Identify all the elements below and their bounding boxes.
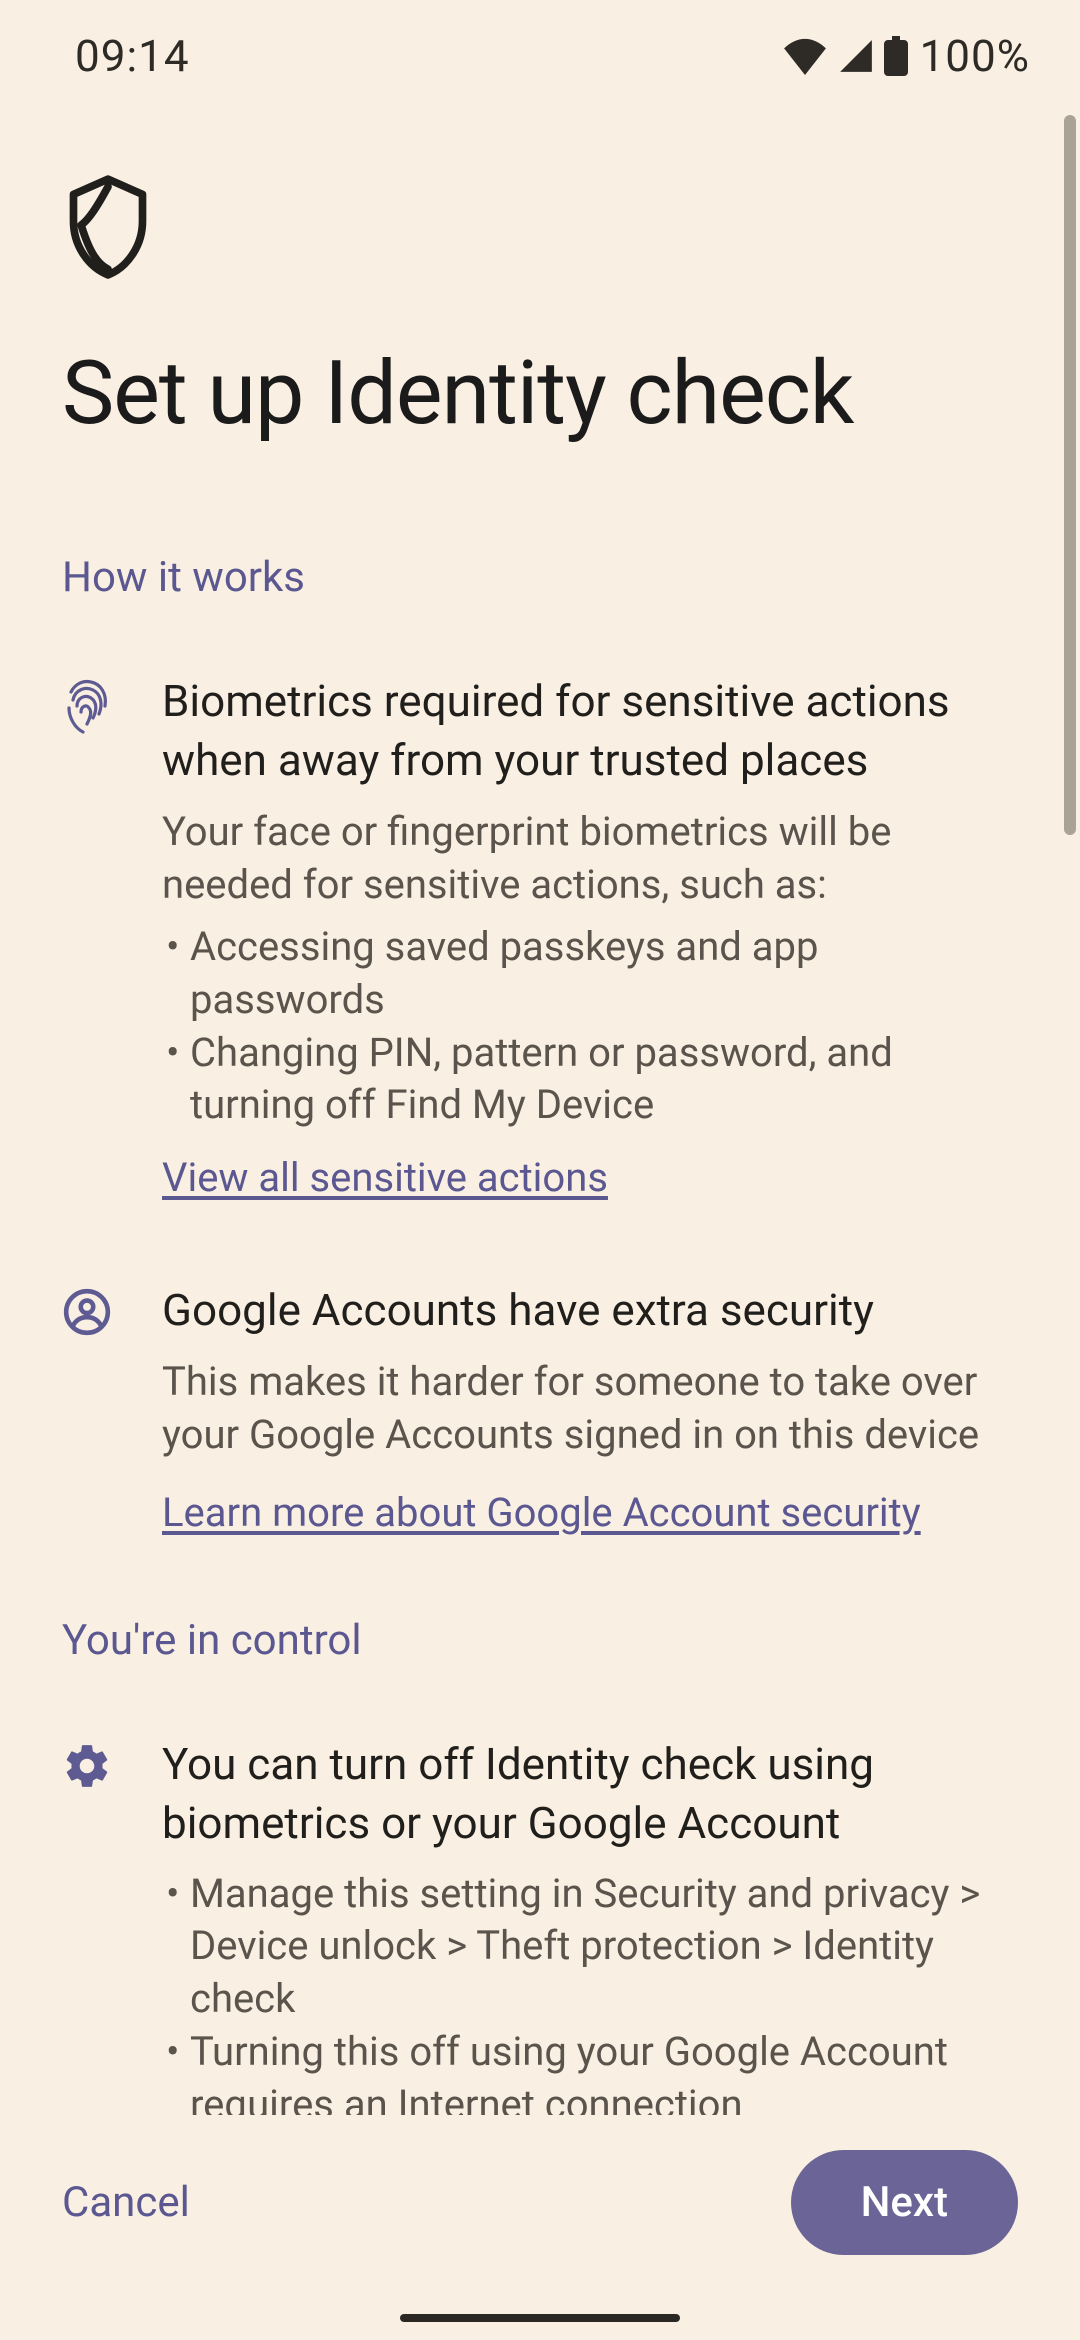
cell-signal-icon xyxy=(836,37,876,75)
account-circle-icon xyxy=(62,1281,117,1536)
item-turn-off-bullets: Manage this setting in Security and priv… xyxy=(162,1868,1018,2132)
battery-percentage: 100% xyxy=(920,30,1030,82)
battery-icon xyxy=(884,36,908,76)
item-google-accounts: Google Accounts have extra security This… xyxy=(62,1281,1018,1536)
item-turn-off-title: You can turn off Identity check using bi… xyxy=(162,1735,1018,1854)
main-content: Set up Identity check How it works Biome… xyxy=(0,92,1080,2147)
bullet: Changing PIN, pattern or password, and t… xyxy=(162,1027,1018,1133)
bullet: Accessing saved passkeys and app passwor… xyxy=(162,921,1018,1027)
item-google-desc: This makes it harder for someone to take… xyxy=(162,1355,1018,1461)
fingerprint-icon xyxy=(62,672,117,1201)
cancel-button[interactable]: Cancel xyxy=(62,2158,190,2247)
footer-bar: Cancel Next xyxy=(0,2115,1080,2340)
scrollbar[interactable] xyxy=(1064,115,1076,835)
bullet: Manage this setting in Security and priv… xyxy=(162,1868,1018,2026)
section-heading-how-it-works: How it works xyxy=(62,553,1018,602)
status-time: 09:14 xyxy=(75,30,190,82)
item-biometrics: Biometrics required for sensitive action… xyxy=(62,672,1018,1201)
section-heading-control: You're in control xyxy=(62,1616,1018,1665)
status-icons: 100% xyxy=(782,30,1030,82)
view-sensitive-actions-link[interactable]: View all sensitive actions xyxy=(162,1154,608,1201)
page-title: Set up Identity check xyxy=(62,346,1018,443)
learn-google-security-link[interactable]: Learn more about Google Account security xyxy=(162,1489,921,1536)
next-button[interactable]: Next xyxy=(791,2150,1018,2255)
item-google-title: Google Accounts have extra security xyxy=(162,1281,1018,1340)
status-bar: 09:14 100% xyxy=(0,0,1080,92)
shield-icon xyxy=(62,172,1018,286)
wifi-icon xyxy=(782,37,828,75)
nav-handle[interactable] xyxy=(400,2314,680,2322)
item-biometrics-desc: Your face or fingerprint biometrics will… xyxy=(162,805,1018,911)
item-biometrics-title: Biometrics required for sensitive action… xyxy=(162,672,1018,791)
item-biometrics-bullets: Accessing saved passkeys and app passwor… xyxy=(162,921,1018,1132)
item-turn-off: You can turn off Identity check using bi… xyxy=(62,1735,1018,2132)
gear-icon xyxy=(62,1735,117,2132)
